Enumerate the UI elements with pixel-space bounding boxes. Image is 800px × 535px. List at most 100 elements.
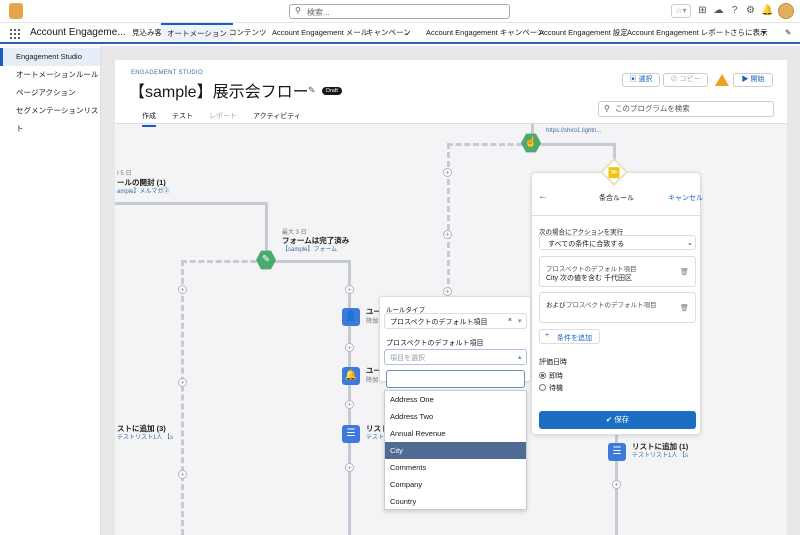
- rule-icon: ≫: [608, 167, 620, 179]
- add-step-icon[interactable]: +: [443, 230, 452, 239]
- flow-connector: [181, 260, 184, 535]
- cancel-link[interactable]: キャンセル: [668, 193, 703, 203]
- clear-icon[interactable]: ×: [508, 317, 512, 324]
- radio-immediate[interactable]: [539, 372, 546, 379]
- start-button[interactable]: ▶ 開始: [733, 73, 773, 87]
- gear-icon[interactable]: ⚙: [745, 5, 756, 16]
- flow-connector: [268, 260, 348, 263]
- condition-card[interactable]: プロスペクトのデフォルト項目 City 次の値を含む 千代田区 🗑: [539, 256, 696, 287]
- nav-item-reports[interactable]: Account Engagement レポート: [621, 23, 737, 42]
- tab-test[interactable]: テスト: [172, 111, 193, 121]
- search-input[interactable]: 検索...: [307, 7, 330, 18]
- add-step-icon[interactable]: +: [345, 285, 354, 294]
- nav-item-more[interactable]: さらに表示: [724, 23, 774, 42]
- option-company[interactable]: Company: [385, 476, 526, 493]
- nav-item-settings[interactable]: Account Engagement 設定: [533, 23, 634, 42]
- node-wait-label: Ⅰ 5 日: [117, 171, 132, 177]
- select-button[interactable]: ▣ 選択: [622, 73, 660, 87]
- add-step-icon[interactable]: +: [178, 378, 187, 387]
- plus-icon: +: [545, 332, 550, 339]
- add-icon[interactable]: ⊞: [697, 5, 708, 16]
- tab-activity[interactable]: アクティビティ: [253, 111, 301, 121]
- chevron-down-icon: ▴: [518, 354, 522, 361]
- rule-type-select[interactable]: プロスペクトのデフォルト項目 × ▾: [384, 313, 527, 329]
- add-step-icon[interactable]: +: [345, 343, 354, 352]
- chevron-down-icon[interactable]: ⌄: [404, 23, 410, 42]
- field-select[interactable]: 項目を選択 ▴: [384, 349, 527, 365]
- help-icon[interactable]: ?: [729, 5, 740, 16]
- app-launcher-icon[interactable]: [9, 28, 20, 39]
- program-search-input[interactable]: ⚲ このプログラムを検索: [598, 101, 774, 117]
- trash-icon[interactable]: 🗑: [680, 268, 689, 276]
- add-step-icon[interactable]: +: [345, 463, 354, 472]
- option-address-one[interactable]: Address One: [385, 391, 526, 408]
- add-step-icon[interactable]: +: [178, 285, 187, 294]
- app-name: Account Engageme...: [30, 27, 126, 38]
- sidebar-item-page-actions[interactable]: ページアクション: [0, 84, 100, 102]
- divider: [531, 215, 701, 216]
- add-step-icon[interactable]: +: [612, 480, 621, 489]
- flow-connector: [447, 143, 531, 146]
- search-icon: ⚲: [295, 6, 301, 15]
- flow-connector: [348, 260, 351, 535]
- page-title: 【sample】展示会フロー: [129, 84, 309, 101]
- sidebar-item-engagement-studio[interactable]: Engagement Studio: [0, 48, 100, 66]
- flow-connector: [447, 143, 450, 293]
- global-search[interactable]: ⚲ 検索...: [289, 4, 510, 19]
- edit-title-icon[interactable]: ✎: [308, 85, 316, 96]
- option-city[interactable]: City: [385, 442, 526, 459]
- list-action-icon[interactable]: ☰: [342, 425, 360, 443]
- edit-nav-icon[interactable]: ✎: [785, 23, 791, 42]
- app-logo[interactable]: [9, 3, 23, 19]
- field-filter-input[interactable]: [386, 370, 525, 388]
- avatar[interactable]: [778, 3, 794, 19]
- nav-item-email[interactable]: Account Engagement メール: [266, 23, 374, 42]
- radio-immediate-label: 即時: [549, 373, 563, 380]
- add-step-icon[interactable]: +: [178, 470, 187, 479]
- option-address-two[interactable]: Address Two: [385, 408, 526, 425]
- trash-icon[interactable]: 🗑: [680, 304, 689, 312]
- flow-connector: [265, 202, 268, 252]
- check-icon: ✔: [605, 415, 615, 424]
- option-comments[interactable]: Comments: [385, 459, 526, 476]
- warning-icon[interactable]: [715, 74, 729, 86]
- flow-connector: [534, 143, 614, 146]
- list-action-icon[interactable]: ☰: [608, 443, 626, 461]
- copy-button[interactable]: ⊘ コピー: [663, 73, 708, 87]
- node-subtitle: テストリスト1人 【s: [117, 435, 174, 441]
- bell-icon[interactable]: 🔔: [761, 5, 773, 16]
- sidebar: Engagement Studio オートメーションルール ページアクション セ…: [0, 46, 101, 535]
- sidebar-item-automation-rules[interactable]: オートメーションルール: [0, 66, 100, 84]
- page-eyebrow: ENGAGEMENT STUDIO: [131, 70, 203, 76]
- trailhead-icon[interactable]: ☁: [713, 5, 724, 16]
- option-country[interactable]: Country: [385, 493, 526, 510]
- option-annual-revenue[interactable]: Annual Revenue: [385, 425, 526, 442]
- save-button[interactable]: ✔ 保存: [539, 411, 696, 429]
- add-step-icon[interactable]: +: [345, 400, 354, 409]
- app-nav: Account Engageme... 見込み客 オートメーション コンテンツ …: [0, 23, 800, 44]
- global-header: ⚲ 検索... ☆▾ ⊞ ☁ ? ⚙ 🔔: [0, 0, 800, 23]
- notify-action-icon[interactable]: 🔔: [342, 367, 360, 385]
- tab-build[interactable]: 作成: [142, 111, 156, 127]
- favorites-icon[interactable]: ☆▾: [671, 4, 691, 18]
- search-icon: ⚲: [604, 104, 610, 113]
- add-step-icon[interactable]: +: [443, 287, 452, 296]
- chevron-down-icon: ▾: [518, 318, 522, 325]
- back-arrow-icon[interactable]: ←: [538, 191, 548, 202]
- radio-wait[interactable]: [539, 384, 546, 391]
- tab-report: レポート: [209, 113, 237, 120]
- nav-item-ae-campaign[interactable]: Account Engagement キャンペーン: [420, 23, 550, 42]
- user-action-icon[interactable]: 👤: [342, 308, 360, 326]
- add-condition-button[interactable]: + 条件を追加: [539, 329, 600, 344]
- add-step-icon[interactable]: +: [443, 168, 452, 177]
- flow-connector: [115, 202, 265, 205]
- sidebar-item-segmentation-lists[interactable]: セグメンテーションリスト: [0, 102, 100, 133]
- node-subtitle: テストリスト1人 【s: [632, 453, 689, 459]
- node-subtitle: 【sample】フォーム: [282, 247, 338, 253]
- flow-connector: [181, 260, 265, 263]
- chevron-down-icon[interactable]: ▾: [762, 23, 766, 42]
- field-options-list: Address One Address Two Annual Revenue C…: [384, 390, 527, 510]
- condition-card[interactable]: および プロスペクトのデフォルト項目 🗑: [539, 292, 696, 323]
- exec-select[interactable]: すべての条件に合致する ⌄: [539, 235, 696, 250]
- radio-wait-label: 待機: [549, 385, 563, 392]
